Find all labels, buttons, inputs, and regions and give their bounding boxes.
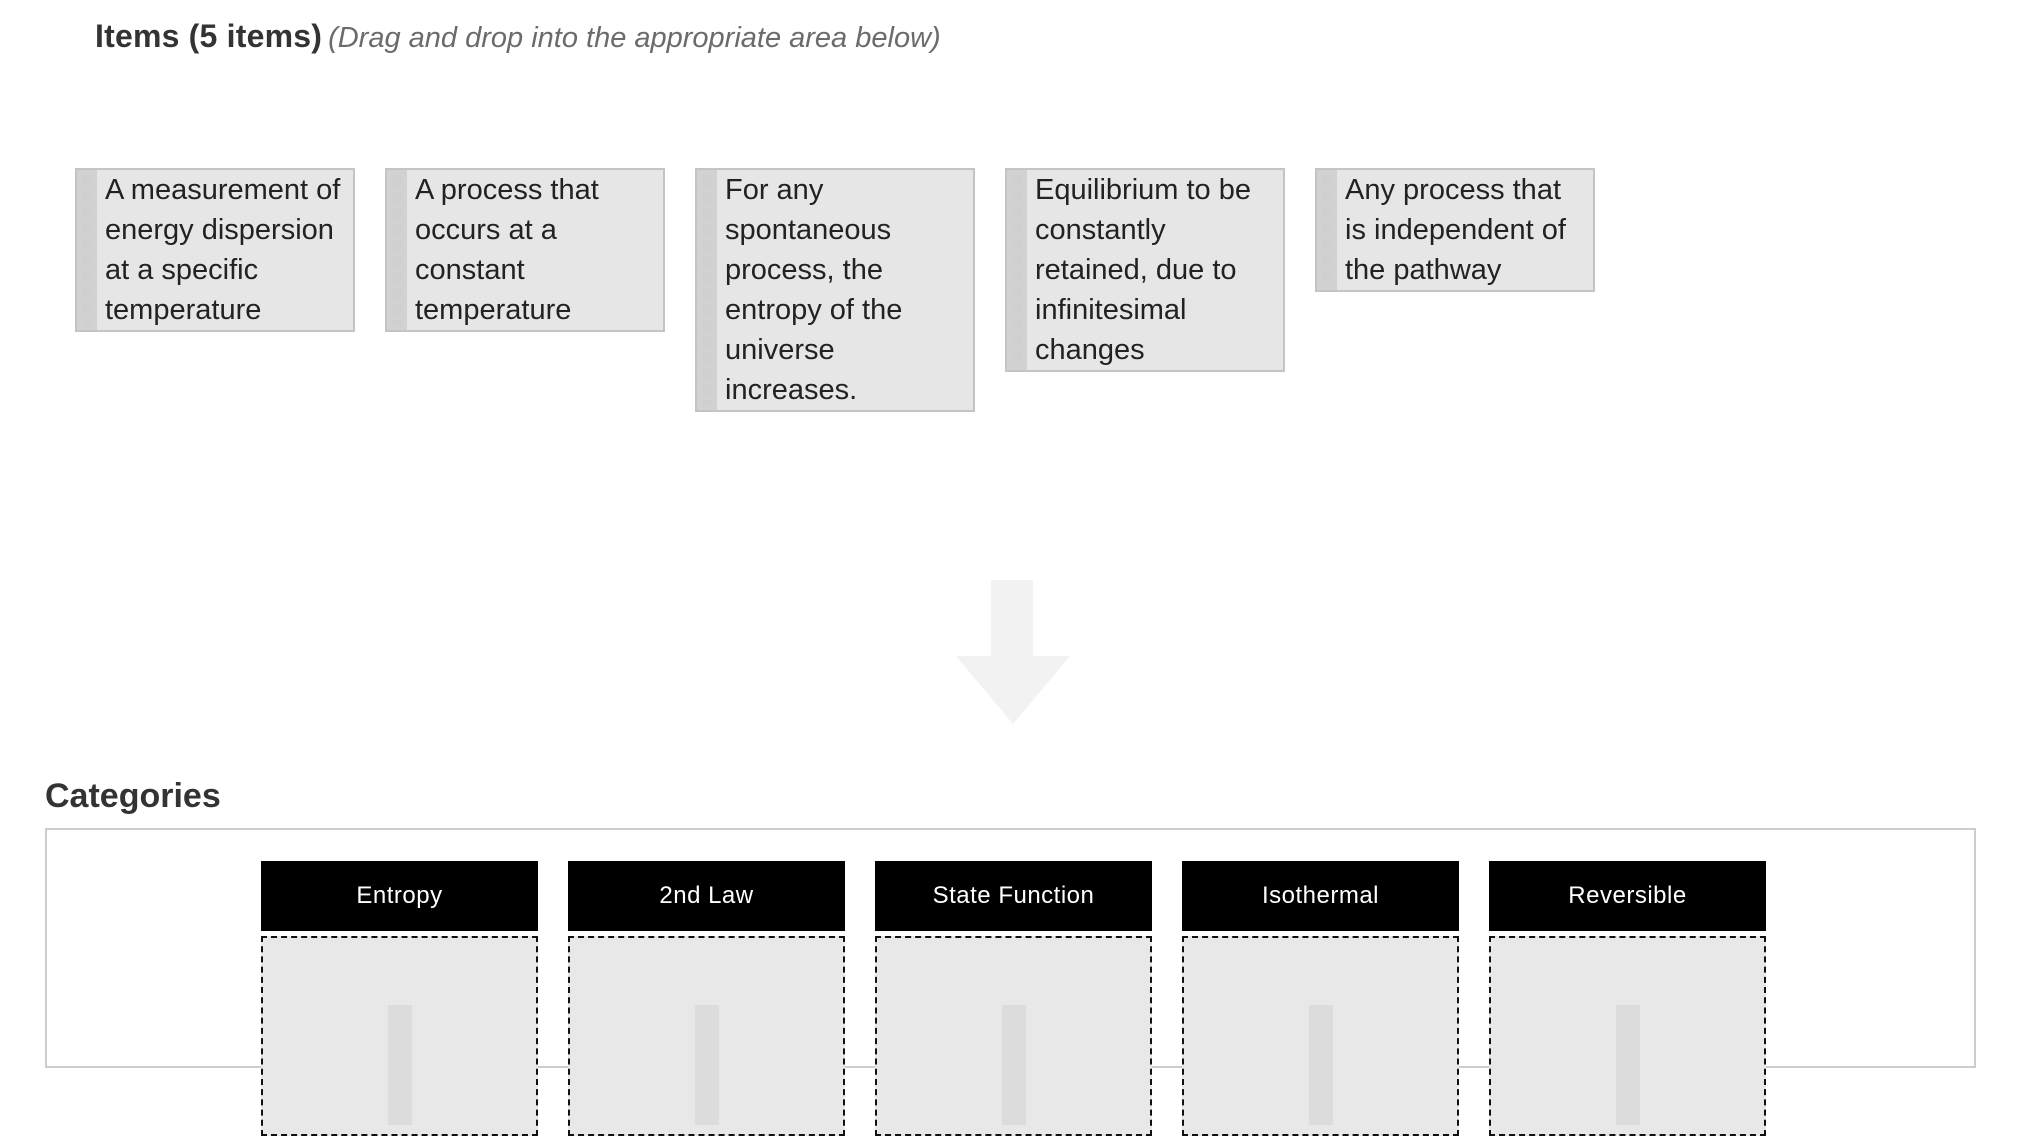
draggable-item[interactable]: For any spontaneous process, the entropy…: [695, 168, 975, 412]
category-column: 2nd Law: [568, 861, 845, 1136]
drop-arrow-icon: [1615, 1005, 1640, 1125]
category-header: 2nd Law: [568, 861, 845, 931]
items-heading: Items (5 items) (Drag and drop into the a…: [95, 14, 941, 65]
category-header: Reversible: [1489, 861, 1766, 931]
categories-container: Entropy 2nd Law State Function Isotherma…: [45, 828, 1976, 1136]
drop-arrow-icon: [1001, 1005, 1026, 1125]
drop-zone[interactable]: [568, 936, 845, 1136]
draggable-item[interactable]: Any process that is independent of the p…: [1315, 168, 1595, 292]
draggable-item[interactable]: A measurement of energy dispersion at a …: [75, 168, 355, 332]
item-text: A measurement of energy dispersion at a …: [105, 174, 341, 326]
items-hint: (Drag and drop into the appropriate area…: [328, 22, 941, 54]
drop-zone[interactable]: [261, 936, 538, 1136]
item-text: Any process that is independent of the p…: [1345, 174, 1566, 286]
item-text: For any spontaneous process, the entropy…: [725, 174, 903, 406]
drop-arrow-icon: [1308, 1005, 1333, 1125]
category-column: Entropy: [261, 861, 538, 1136]
categories-title: Categories: [45, 777, 221, 815]
item-text: Equilibrium to be constantly retained, d…: [1035, 174, 1251, 366]
drop-arrow-icon: [694, 1005, 719, 1125]
category-column: Isothermal: [1182, 861, 1459, 1136]
drag-handle-icon[interactable]: [387, 170, 407, 330]
category-header: Entropy: [261, 861, 538, 931]
category-column: State Function: [875, 861, 1152, 1136]
category-header: Isothermal: [1182, 861, 1459, 931]
draggable-item[interactable]: A process that occurs at a constant temp…: [385, 168, 665, 332]
draggable-item[interactable]: Equilibrium to be constantly retained, d…: [1005, 168, 1285, 372]
category-column: Reversible: [1489, 861, 1766, 1136]
items-list: A measurement of energy dispersion at a …: [75, 168, 1595, 412]
drop-zone[interactable]: [1182, 936, 1459, 1136]
drag-handle-icon[interactable]: [77, 170, 97, 330]
category-header: State Function: [875, 861, 1152, 931]
drag-handle-icon[interactable]: [697, 170, 717, 410]
drag-handle-icon[interactable]: [1007, 170, 1027, 370]
drop-zone[interactable]: [875, 936, 1152, 1136]
item-text: A process that occurs at a constant temp…: [415, 174, 599, 326]
drag-handle-icon[interactable]: [1317, 170, 1337, 290]
drop-arrow-icon: [387, 1005, 412, 1125]
items-title: Items (5 items): [95, 18, 323, 54]
drop-zone[interactable]: [1489, 936, 1766, 1136]
arrow-down-icon: [956, 580, 1070, 724]
